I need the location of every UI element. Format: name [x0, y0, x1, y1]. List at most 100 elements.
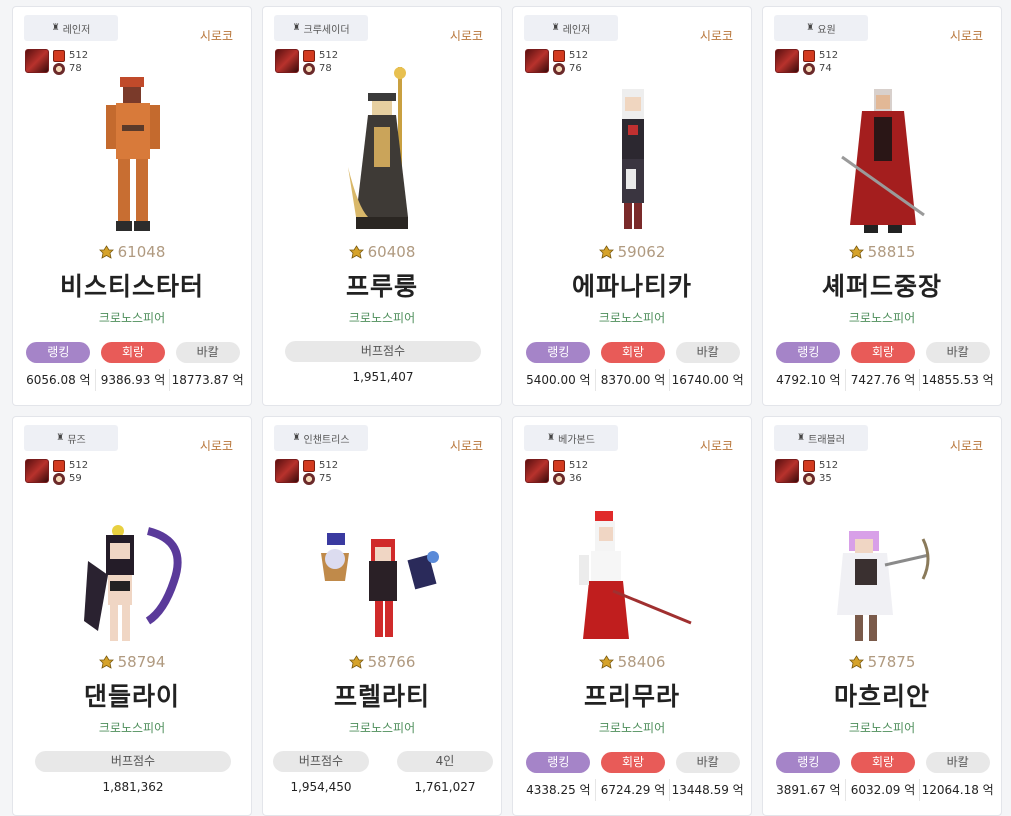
gear-icon: [53, 49, 65, 62]
gear-level: 512: [819, 460, 839, 471]
gear-level: 512: [319, 460, 339, 471]
score-value: 58794: [117, 653, 166, 671]
character-name[interactable]: 에파나티카: [513, 267, 751, 303]
job-badge: ♜ 요원: [774, 15, 868, 41]
damage-stats: 랭킹 6056.08 억 회랑 9386.93 억 바칼 18773.87 억: [21, 341, 245, 391]
job-label: 트래블러: [808, 434, 845, 446]
rank-badge: 랭킹: [526, 752, 591, 773]
gear-level: 512: [569, 50, 589, 61]
character-sprite: [13, 65, 253, 235]
job-label: 크루세이더: [303, 24, 350, 36]
buff-badge: 버프점수: [273, 751, 369, 772]
wing-icon: ♜: [806, 23, 815, 33]
score: 57875: [763, 653, 1001, 671]
character-name[interactable]: 프루룽: [263, 267, 501, 303]
raw-badge: 바칼: [175, 342, 240, 363]
character-card[interactable]: ♜ 레인저 시로코 512 76 59062 에파나티카 크로노스피어 랭킹 5…: [512, 6, 752, 406]
medal-icon: [98, 245, 114, 259]
character-card[interactable]: ♜ 크루세이더 시로코 512 78 60408 프루룽 크로노스피어 버프점수…: [262, 6, 502, 406]
character-name[interactable]: 프리무라: [513, 677, 751, 713]
job-badge: ♜ 인챈트리스: [274, 425, 368, 451]
raw-badge: 바칼: [675, 752, 740, 773]
buff-scores: 버프점수 1,954,450 4인 1,761,027: [273, 751, 493, 794]
medal-icon: [598, 245, 614, 259]
gear-icon: [803, 459, 815, 472]
character-name[interactable]: 댄들라이: [13, 677, 251, 713]
raw-value: 12064.18 억: [921, 783, 994, 797]
server-label: 시로코: [449, 439, 483, 453]
character-card[interactable]: ♜ 트래블러 시로코 512 35 57875 마흐리안 크로노스피어 랭킹 3…: [762, 416, 1002, 816]
rate-badge: 회랑: [601, 752, 665, 773]
medal-icon: [348, 245, 364, 259]
wing-icon: ♜: [551, 23, 560, 33]
buff-value: 1,954,450: [290, 780, 352, 794]
job-label: 레인저: [62, 24, 91, 36]
score-value: 58815: [867, 243, 916, 261]
adventure-name[interactable]: 크로노스피어: [763, 719, 1001, 736]
adventure-name[interactable]: 크로노스피어: [513, 719, 751, 736]
adventure-name[interactable]: 크로노스피어: [263, 719, 501, 736]
character-sprite: [763, 65, 1003, 235]
server-label: 시로코: [699, 29, 733, 43]
wing-icon: ♜: [51, 23, 60, 33]
medal-icon: [98, 655, 114, 669]
rate-value: 6724.29 억: [600, 783, 666, 797]
gear-level: 512: [319, 50, 339, 61]
wing-icon: ♜: [292, 23, 301, 33]
character-card[interactable]: ♜ 인챈트리스 시로코 512 75 58766 프렐라티 크로노스피어 버프점…: [262, 416, 502, 816]
character-card[interactable]: ♜ 베가본드 시로코 512 36 58406 프리무라 크로노스피어 랭킹 43: [512, 416, 752, 816]
raw-badge: 바칼: [925, 342, 990, 363]
gear-level: 512: [69, 460, 89, 471]
score-value: 59062: [617, 243, 666, 261]
job-badge: ♜ 뮤즈: [24, 425, 118, 451]
rate-value: 7427.76 억: [850, 373, 916, 387]
character-name[interactable]: 비스티스타터: [13, 267, 251, 303]
character-card[interactable]: ♜ 요원 시로코 512 74 58815 셰퍼드중장 크로노스피어 랭킹 479: [762, 6, 1002, 406]
buff-value: 1,951,407: [352, 370, 414, 384]
score-value: 61048: [117, 243, 166, 261]
raw-value: 14855.53 억: [921, 373, 994, 387]
damage-stats: 랭킹 4338.25 억 회랑 6724.29 억 바칼 13448.59 억: [521, 751, 745, 801]
medal-icon: [848, 655, 864, 669]
gear-icon: [803, 49, 815, 62]
damage-stats: 랭킹 3891.67 억 회랑 6032.09 억 바칼 12064.18 억: [771, 751, 995, 801]
adventure-name[interactable]: 크로노스피어: [513, 309, 751, 326]
character-sprite: [513, 475, 753, 645]
character-sprite: [263, 475, 503, 645]
rank-value: 5400.00 억: [526, 373, 591, 387]
score: 61048: [13, 243, 251, 261]
character-name[interactable]: 프렐라티: [263, 677, 501, 713]
character-card[interactable]: ♜ 레인저 시로코 512 78 61048 비스티스타터 크로노스피어 랭킹 …: [12, 6, 252, 406]
adventure-name[interactable]: 크로노스피어: [263, 309, 501, 326]
gear-level: 512: [569, 460, 589, 471]
rank-badge: 랭킹: [776, 752, 841, 773]
score: 58815: [763, 243, 1001, 261]
adventure-name[interactable]: 크로노스피어: [13, 309, 251, 326]
raw-badge: 바칼: [925, 752, 990, 773]
adventure-name[interactable]: 크로노스피어: [763, 309, 1001, 326]
rate-value: 9386.93 억: [100, 373, 166, 387]
character-name[interactable]: 셰퍼드중장: [763, 267, 1001, 303]
gear-icon: [303, 459, 315, 472]
server-label: 시로코: [199, 29, 233, 43]
character-card[interactable]: ♜ 뮤즈 시로코 512 59 58794 댄들라이 크로노스피어 버프점수 1…: [12, 416, 252, 816]
server-label: 시로코: [949, 29, 983, 43]
rank-value: 3891.67 억: [776, 783, 841, 797]
buff-badge: 버프점수: [285, 341, 481, 362]
character-sprite: [513, 65, 753, 235]
character-name[interactable]: 마흐리안: [763, 677, 1001, 713]
rate-value: 6032.09 억: [850, 783, 916, 797]
gear-level: 512: [69, 50, 89, 61]
server-label: 시로코: [199, 439, 233, 453]
character-sprite: [763, 475, 1003, 645]
raw-value: 18773.87 억: [171, 373, 244, 387]
adventure-name[interactable]: 크로노스피어: [13, 719, 251, 736]
gear-icon: [553, 49, 565, 62]
rank-value: 4338.25 억: [526, 783, 591, 797]
gear-icon: [53, 459, 65, 472]
wing-icon: ♜: [547, 433, 556, 443]
score: 58766: [263, 653, 501, 671]
medal-icon: [598, 655, 614, 669]
rank-badge: 랭킹: [26, 342, 91, 363]
medal-icon: [348, 655, 364, 669]
